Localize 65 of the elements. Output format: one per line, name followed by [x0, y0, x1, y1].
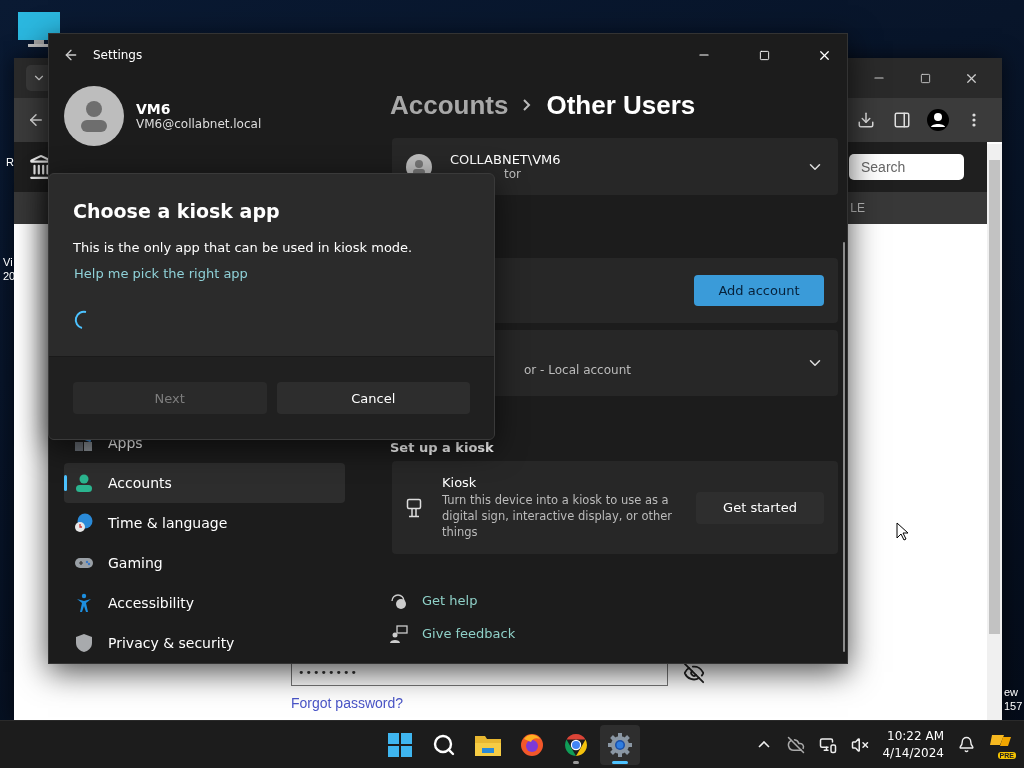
maximize-icon: [758, 49, 770, 61]
account-name: COLLABNET\VM6: [450, 152, 562, 167]
download-icon: [857, 111, 875, 129]
section-heading: Set up a kiosk: [390, 440, 495, 455]
breadcrumb-link[interactable]: Accounts: [390, 89, 509, 121]
taskbar-app[interactable]: [600, 724, 640, 765]
search-field[interactable]: Search: [849, 154, 964, 180]
nav-link[interactable]: LE: [850, 201, 865, 215]
account-type: tor: [503, 167, 522, 181]
forgot-password-link[interactable]: Forgot password?: [291, 695, 404, 711]
get-help-link[interactable]: Get help: [422, 593, 478, 608]
sidebar-item[interactable]: Privacy & security: [64, 623, 345, 663]
kiosk-description: Turn this device into a kiosk to use as a digital sign, interactive display, or other things: [442, 492, 674, 540]
app-logo-icon: [989, 735, 1011, 746]
dialog-text: This is the only app that can be used in kiosk mode.: [73, 240, 414, 255]
desktop-label: R: [6, 156, 14, 168]
firefox-icon: [520, 732, 544, 757]
shield-icon: [74, 633, 94, 653]
volume-muted-icon: [851, 735, 870, 754]
user-email: VM6@collabnet.local: [136, 117, 262, 131]
feedback-link[interactable]: Give feedback: [422, 626, 516, 641]
get-started-button[interactable]: Get started: [696, 491, 824, 524]
window-title: Settings: [93, 48, 143, 62]
clock[interactable]: 10:22 AM 4/14/2024: [878, 727, 948, 762]
kiosk-icon: [406, 497, 422, 518]
help-icon: [390, 591, 408, 610]
cloud-off-icon: [787, 735, 806, 754]
add-account-button[interactable]: Add account: [694, 275, 824, 306]
back-icon: [27, 111, 45, 129]
sidebar-item[interactable]: Accessibility: [64, 583, 345, 623]
back-icon[interactable]: [63, 47, 79, 63]
dialog-title: Choose a kiosk app: [73, 200, 281, 222]
account-type: or - Local account: [524, 363, 632, 377]
chevron-right-icon: [522, 98, 533, 112]
network-icon: [819, 735, 838, 754]
help-link[interactable]: Help me pick the right app: [73, 266, 248, 281]
menu-icon: [972, 113, 976, 127]
globe-clock-icon: [74, 513, 94, 533]
search-icon: [432, 732, 456, 757]
eye-off-icon[interactable]: [683, 662, 705, 684]
sidebar-item[interactable]: Accounts: [64, 463, 345, 503]
chrome-icon: [564, 732, 588, 757]
bell-icon: [957, 736, 975, 753]
monitor-icon[interactable]: [18, 12, 60, 48]
avatar: [64, 86, 124, 146]
sidebar-item[interactable]: Time & language: [64, 503, 345, 543]
feedback-icon: [390, 624, 408, 643]
cancel-button[interactable]: Cancel: [276, 382, 470, 414]
user-name: VM6: [136, 101, 172, 117]
kiosk-title: Kiosk: [442, 475, 478, 490]
profile-icon: [927, 109, 949, 131]
page-title: Other Users: [546, 89, 696, 121]
side-panel-icon: [893, 111, 911, 129]
sidebar-item[interactable]: Gaming: [64, 543, 345, 583]
desktop-label: 157: [1004, 700, 1023, 712]
desktop-label: Vi: [3, 256, 13, 268]
windows-start-icon: [388, 732, 412, 757]
gear-icon: [607, 731, 633, 758]
account-card[interactable]: COLLABNET\VM6 tor: [392, 138, 838, 195]
person-icon: [74, 473, 94, 493]
chevron-up-icon: [758, 741, 771, 748]
folder-icon: [475, 733, 501, 756]
cursor-icon: [896, 522, 908, 541]
desktop-label: ew: [1004, 686, 1019, 698]
maximize-icon: [919, 72, 931, 84]
